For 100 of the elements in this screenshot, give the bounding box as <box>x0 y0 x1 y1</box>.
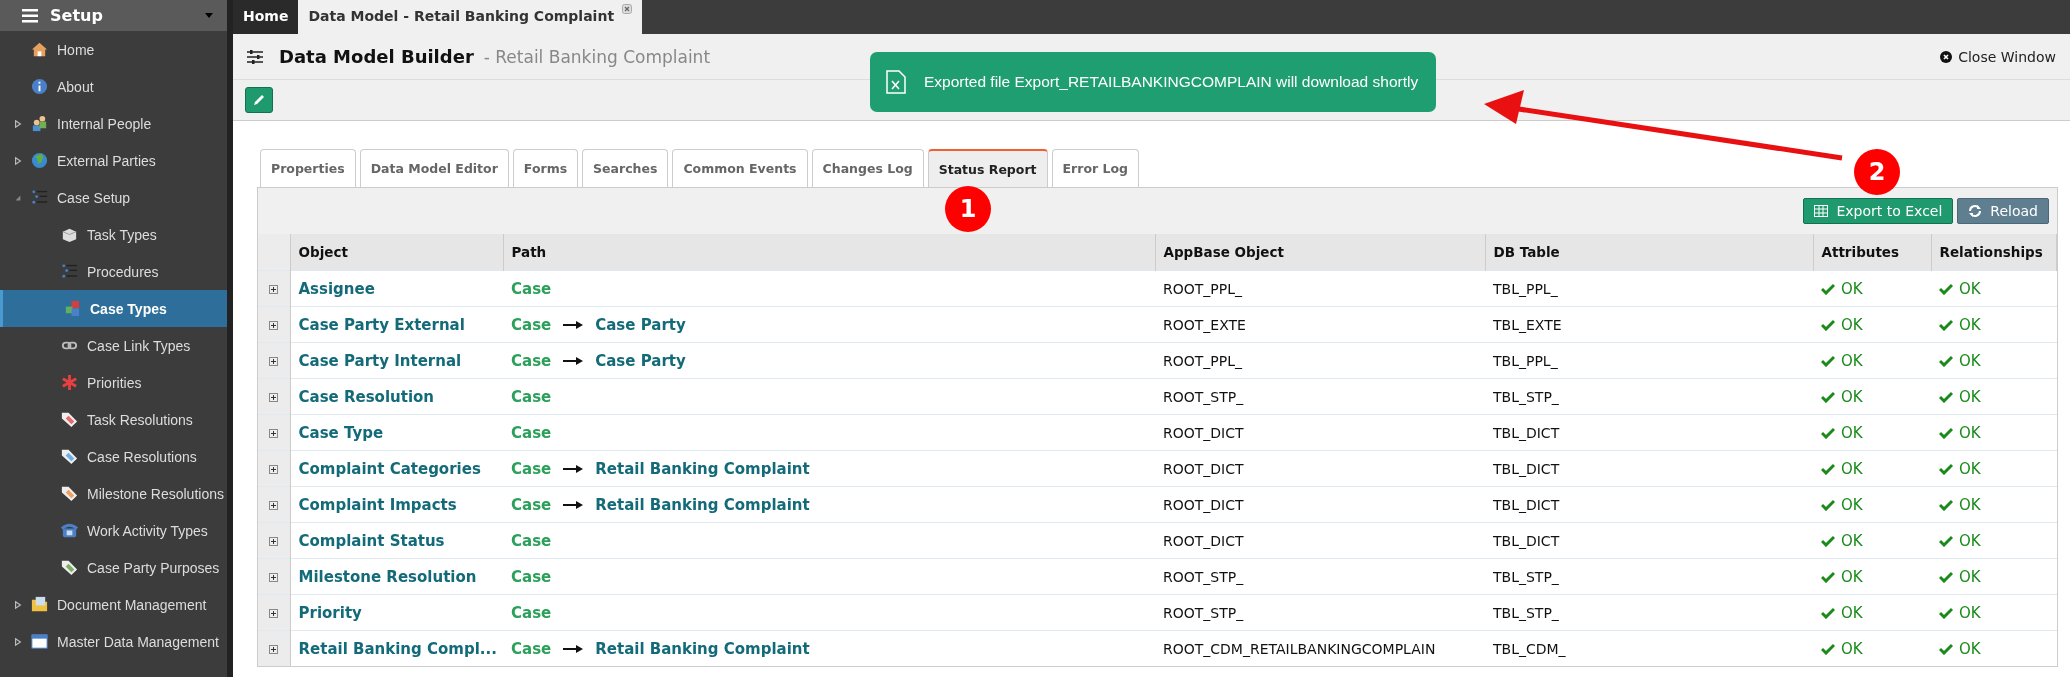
path-link[interactable]: Case <box>511 603 552 622</box>
path-link[interactable]: Case <box>511 459 552 478</box>
expand-row-icon[interactable] <box>269 428 279 438</box>
path-link[interactable]: Case <box>511 387 552 406</box>
path-link[interactable]: Case <box>511 495 552 514</box>
path-link[interactable]: Case <box>511 315 552 334</box>
path-link[interactable]: Case <box>511 279 552 298</box>
column-header: Object <box>290 234 503 271</box>
sidebar-item[interactable]: Case Setup <box>0 179 227 216</box>
object-link[interactable]: Complaint Status <box>298 531 445 550</box>
expand-row-icon[interactable] <box>269 392 279 402</box>
table-cell: TBL_CDM_ <box>1493 640 1566 657</box>
status-text: OK <box>1841 603 1863 622</box>
sidebar-item[interactable]: Case Party Purposes <box>0 549 227 586</box>
sidebar-item[interactable]: Priorities <box>0 364 227 401</box>
tab[interactable]: Common Events <box>672 149 808 187</box>
expand-row-icon[interactable] <box>269 356 279 366</box>
check-icon <box>1821 426 1835 439</box>
object-link[interactable]: Priority <box>298 603 362 622</box>
edit-button[interactable] <box>245 87 273 113</box>
path-link[interactable]: Retail Banking Complaint <box>595 639 810 658</box>
tab[interactable]: Status Report <box>927 149 1048 187</box>
refresh-icon <box>1968 204 1983 218</box>
settings-icon <box>247 49 263 64</box>
globe-icon <box>30 151 49 170</box>
path-link[interactable]: Case Party <box>595 315 686 334</box>
status-text: OK <box>1841 315 1863 334</box>
sidebar-item[interactable]: Task Resolutions <box>0 401 227 438</box>
check-icon <box>1821 642 1835 655</box>
toast-message: Exported file Export_RETAILBANKINGCOMPLAIN will download shortly <box>924 73 1419 91</box>
path-link[interactable]: Case <box>511 531 552 550</box>
grid-icon <box>30 632 49 651</box>
path-link[interactable]: Case <box>511 423 552 442</box>
arrow-icon <box>563 463 584 474</box>
object-link[interactable]: Case Type <box>298 423 384 442</box>
object-link[interactable]: Assignee <box>298 279 375 298</box>
expand-row-icon[interactable] <box>269 572 279 582</box>
sidebar-item[interactable]: Procedures <box>0 253 227 290</box>
table-cell: TBL_DICT <box>1493 532 1560 549</box>
check-icon <box>1939 498 1953 511</box>
sidebar-item[interactable]: Internal People <box>0 105 227 142</box>
expand-row-icon[interactable] <box>269 464 279 474</box>
expand-row-icon[interactable] <box>269 644 279 654</box>
tab[interactable]: Properties <box>260 149 356 187</box>
window-tab[interactable]: Home <box>233 0 299 34</box>
sidebar-item[interactable]: Document Management <box>0 586 227 623</box>
tab[interactable]: Changes Log <box>811 149 924 187</box>
status-text: OK <box>1841 495 1863 514</box>
sidebar-item[interactable]: Master Data Management <box>0 623 227 660</box>
sidebar-item[interactable]: Case Resolutions <box>0 438 227 475</box>
tab[interactable]: Searches <box>582 149 669 187</box>
window-tab[interactable]: Data Model - Retail Banking Complaint <box>298 0 643 34</box>
sidebar-item[interactable]: Task Types <box>0 216 227 253</box>
sidebar-item[interactable]: About <box>0 68 227 105</box>
object-link[interactable]: Complaint Categories <box>298 459 481 478</box>
tab[interactable]: Data Model Editor <box>359 149 509 187</box>
status-text: OK <box>1841 531 1863 550</box>
check-icon <box>1939 354 1953 367</box>
path-link[interactable]: Case <box>511 351 552 370</box>
object-link[interactable]: Milestone Resolution <box>298 567 477 586</box>
export-to-excel-button[interactable]: Export to Excel <box>1803 198 1954 224</box>
expand-row-icon[interactable] <box>269 320 279 330</box>
expand-row-icon[interactable] <box>269 284 279 294</box>
expand-row-icon[interactable] <box>269 608 279 618</box>
sidebar-item[interactable]: Home <box>0 31 227 68</box>
sidebar-item[interactable]: Case Link Types <box>0 327 227 364</box>
object-link[interactable]: Retail Banking Compl... <box>298 639 497 658</box>
sidebar-header[interactable]: Setup <box>0 0 227 31</box>
tab[interactable]: Forms <box>512 149 579 187</box>
sidebar-item[interactable]: Work Activity Types <box>0 512 227 549</box>
reload-button[interactable]: Reload <box>1957 198 2049 224</box>
sidebar-item[interactable]: External Parties <box>0 142 227 179</box>
object-link[interactable]: Case Resolution <box>298 387 435 406</box>
object-link[interactable]: Case Party External <box>298 315 465 334</box>
column-header: DB Table <box>1485 234 1813 271</box>
expand-row-icon[interactable] <box>269 536 279 546</box>
close-window-button[interactable]: Close Window <box>1940 48 2056 65</box>
sidebar-item[interactable]: Milestone Resolutions <box>0 475 227 512</box>
expander-icon[interactable] <box>14 155 22 166</box>
expander-icon[interactable] <box>14 636 22 647</box>
tab[interactable]: Error Log <box>1051 149 1140 187</box>
path-link[interactable]: Retail Banking Complaint <box>595 459 810 478</box>
path-link[interactable]: Case <box>511 639 552 658</box>
expander-icon[interactable] <box>14 599 22 610</box>
object-link[interactable]: Case Party Internal <box>298 351 462 370</box>
table-cell: ROOT_STP_ <box>1163 388 1244 405</box>
table-cell: TBL_EXTE <box>1493 316 1562 333</box>
object-link[interactable]: Complaint Impacts <box>298 495 457 514</box>
close-icon[interactable] <box>622 4 633 14</box>
table-icon <box>1814 205 1829 217</box>
menu-icon <box>22 8 38 23</box>
status-text: OK <box>1841 423 1863 442</box>
status-text: OK <box>1841 459 1863 478</box>
page-title: Data Model Builder <box>279 46 474 67</box>
expand-row-icon[interactable] <box>269 500 279 510</box>
sidebar-item[interactable]: Case Types <box>0 290 227 327</box>
path-link[interactable]: Case <box>511 567 552 586</box>
path-link[interactable]: Case Party <box>595 351 686 370</box>
path-link[interactable]: Retail Banking Complaint <box>595 495 810 514</box>
expander-icon[interactable] <box>14 118 22 129</box>
